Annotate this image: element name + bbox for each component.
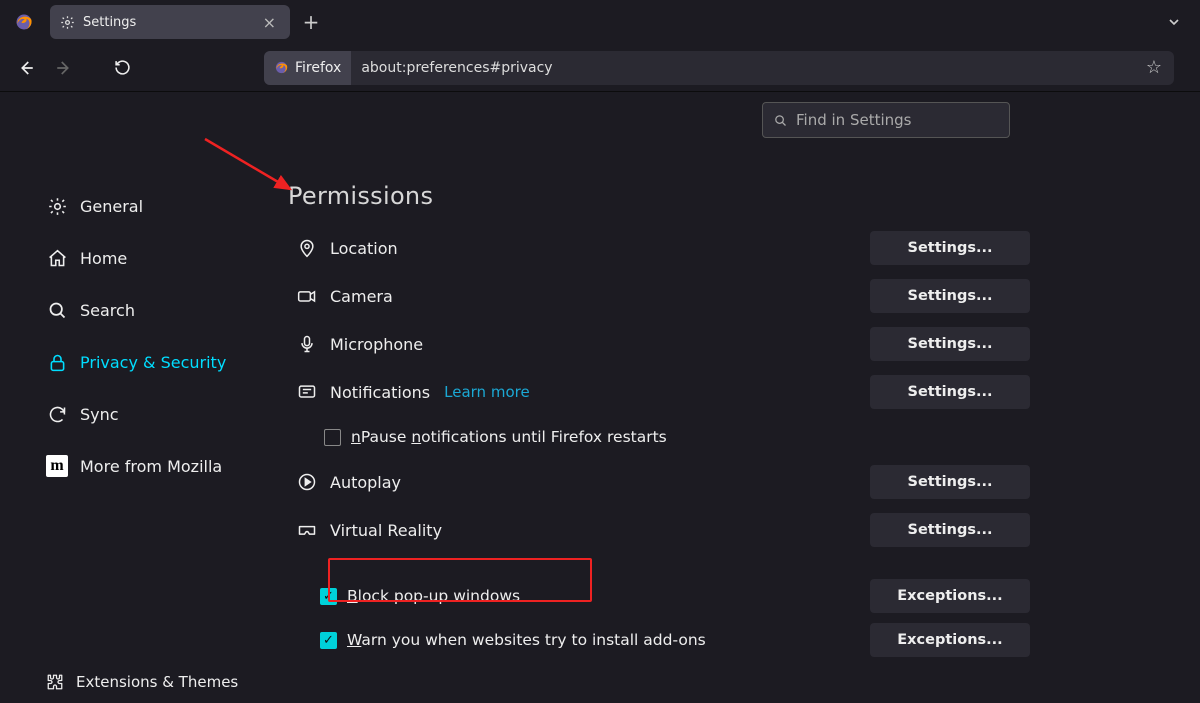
notifications-settings-button[interactable]: Settings... <box>870 375 1030 409</box>
addons-exceptions-button[interactable]: Exceptions... <box>870 623 1030 657</box>
permission-notifications-row: Notifications Learn more Settings... <box>280 368 1170 416</box>
vr-settings-button[interactable]: Settings... <box>870 513 1030 547</box>
sidebar-label: General <box>80 197 143 216</box>
search-icon <box>46 299 68 321</box>
toolbar: Firefox about:preferences#privacy ☆ <box>0 44 1200 92</box>
sidebar-item-mozilla[interactable]: m More from Mozilla <box>46 440 280 492</box>
notifications-icon <box>296 381 318 403</box>
lock-icon <box>46 351 68 373</box>
browser-tab[interactable]: Settings × <box>50 5 290 39</box>
permission-autoplay-row: Autoplay Settings... <box>280 458 1170 506</box>
content-area: General Home Search Privacy & Security S… <box>0 92 1200 703</box>
sync-icon <box>46 403 68 425</box>
notifications-learn-more-link[interactable]: Learn more <box>444 383 530 401</box>
reload-button[interactable] <box>106 52 138 84</box>
tab-close-button[interactable]: × <box>259 13 280 32</box>
checkbox-checked-icon[interactable]: ✓ <box>320 588 337 605</box>
permission-vr-row: Virtual Reality Settings... <box>280 506 1170 554</box>
firefox-app-icon <box>8 6 40 38</box>
tab-title: Settings <box>83 15 136 30</box>
title-bar: Settings × + <box>0 0 1200 44</box>
checkbox-checked-icon[interactable]: ✓ <box>320 632 337 649</box>
all-tabs-button[interactable] <box>1166 14 1200 30</box>
sidebar-item-privacy[interactable]: Privacy & Security <box>46 336 280 388</box>
permission-location-row: Location Settings... <box>280 224 1170 272</box>
location-label: Location <box>330 239 398 258</box>
location-settings-button[interactable]: Settings... <box>870 231 1030 265</box>
microphone-icon <box>296 333 318 355</box>
bookmark-star-icon[interactable]: ☆ <box>1134 57 1174 78</box>
gear-icon <box>60 15 75 30</box>
sidebar-label: Search <box>80 301 135 320</box>
sidebar-item-home[interactable]: Home <box>46 232 280 284</box>
mozilla-icon: m <box>46 455 68 477</box>
search-placeholder: Find in Settings <box>796 111 911 129</box>
sidebar-item-search[interactable]: Search <box>46 284 280 336</box>
camera-label: Camera <box>330 287 393 306</box>
gear-icon <box>46 195 68 217</box>
warn-addons-row: ✓ Warn you when websites try to install … <box>280 618 1170 662</box>
pause-notifications-checkbox-row[interactable]: nPause notifications until Firefox resta… <box>280 416 1170 458</box>
block-popups-row: ✓ Block pop-up windowsBlock pop-up windo… <box>280 574 1170 618</box>
checkbox-empty-icon <box>324 429 341 446</box>
sidebar-item-general[interactable]: General <box>46 180 280 232</box>
sidebar-label: Home <box>80 249 127 268</box>
puzzle-icon <box>46 673 64 691</box>
footer-label: Extensions & Themes <box>76 673 238 691</box>
popup-exceptions-button[interactable]: Exceptions... <box>870 579 1030 613</box>
sidebar-label: Sync <box>80 405 119 424</box>
vr-label: Virtual Reality <box>330 521 442 540</box>
permission-microphone-row: Microphone Settings... <box>280 320 1170 368</box>
pause-notifications-label: nPause notifications until Firefox resta… <box>351 428 667 446</box>
permission-camera-row: Camera Settings... <box>280 272 1170 320</box>
warn-addons-label: Warn you when websites try to install ad… <box>347 631 706 649</box>
sidebar-footer-extensions[interactable]: Extensions & Themes <box>46 673 238 691</box>
search-icon <box>773 113 788 128</box>
identity-label: Firefox <box>295 60 341 76</box>
microphone-label: Microphone <box>330 335 423 354</box>
sidebar-label: Privacy & Security <box>80 353 226 372</box>
url-identity-box[interactable]: Firefox <box>264 51 351 85</box>
microphone-settings-button[interactable]: Settings... <box>870 327 1030 361</box>
settings-search-input[interactable]: Find in Settings <box>762 102 1010 138</box>
sidebar: General Home Search Privacy & Security S… <box>0 92 280 703</box>
url-bar[interactable]: Firefox about:preferences#privacy ☆ <box>264 51 1174 85</box>
autoplay-icon <box>296 471 318 493</box>
autoplay-label: Autoplay <box>330 473 401 492</box>
home-icon <box>46 247 68 269</box>
autoplay-settings-button[interactable]: Settings... <box>870 465 1030 499</box>
new-tab-button[interactable]: + <box>296 10 326 34</box>
forward-button[interactable] <box>48 52 80 84</box>
vr-headset-icon <box>296 519 318 541</box>
sidebar-label: More from Mozilla <box>80 457 222 476</box>
block-popups-label: Block pop-up windowsBlock pop-up windows <box>347 587 520 605</box>
url-text: about:preferences#privacy <box>351 60 1134 76</box>
camera-settings-button[interactable]: Settings... <box>870 279 1030 313</box>
main-panel: Find in Settings Permissions Location Se… <box>280 92 1200 703</box>
notifications-label: Notifications <box>330 383 430 402</box>
camera-icon <box>296 285 318 307</box>
back-button[interactable] <box>10 52 42 84</box>
location-icon <box>296 237 318 259</box>
section-title-permissions: Permissions <box>288 182 1170 210</box>
sidebar-item-sync[interactable]: Sync <box>46 388 280 440</box>
